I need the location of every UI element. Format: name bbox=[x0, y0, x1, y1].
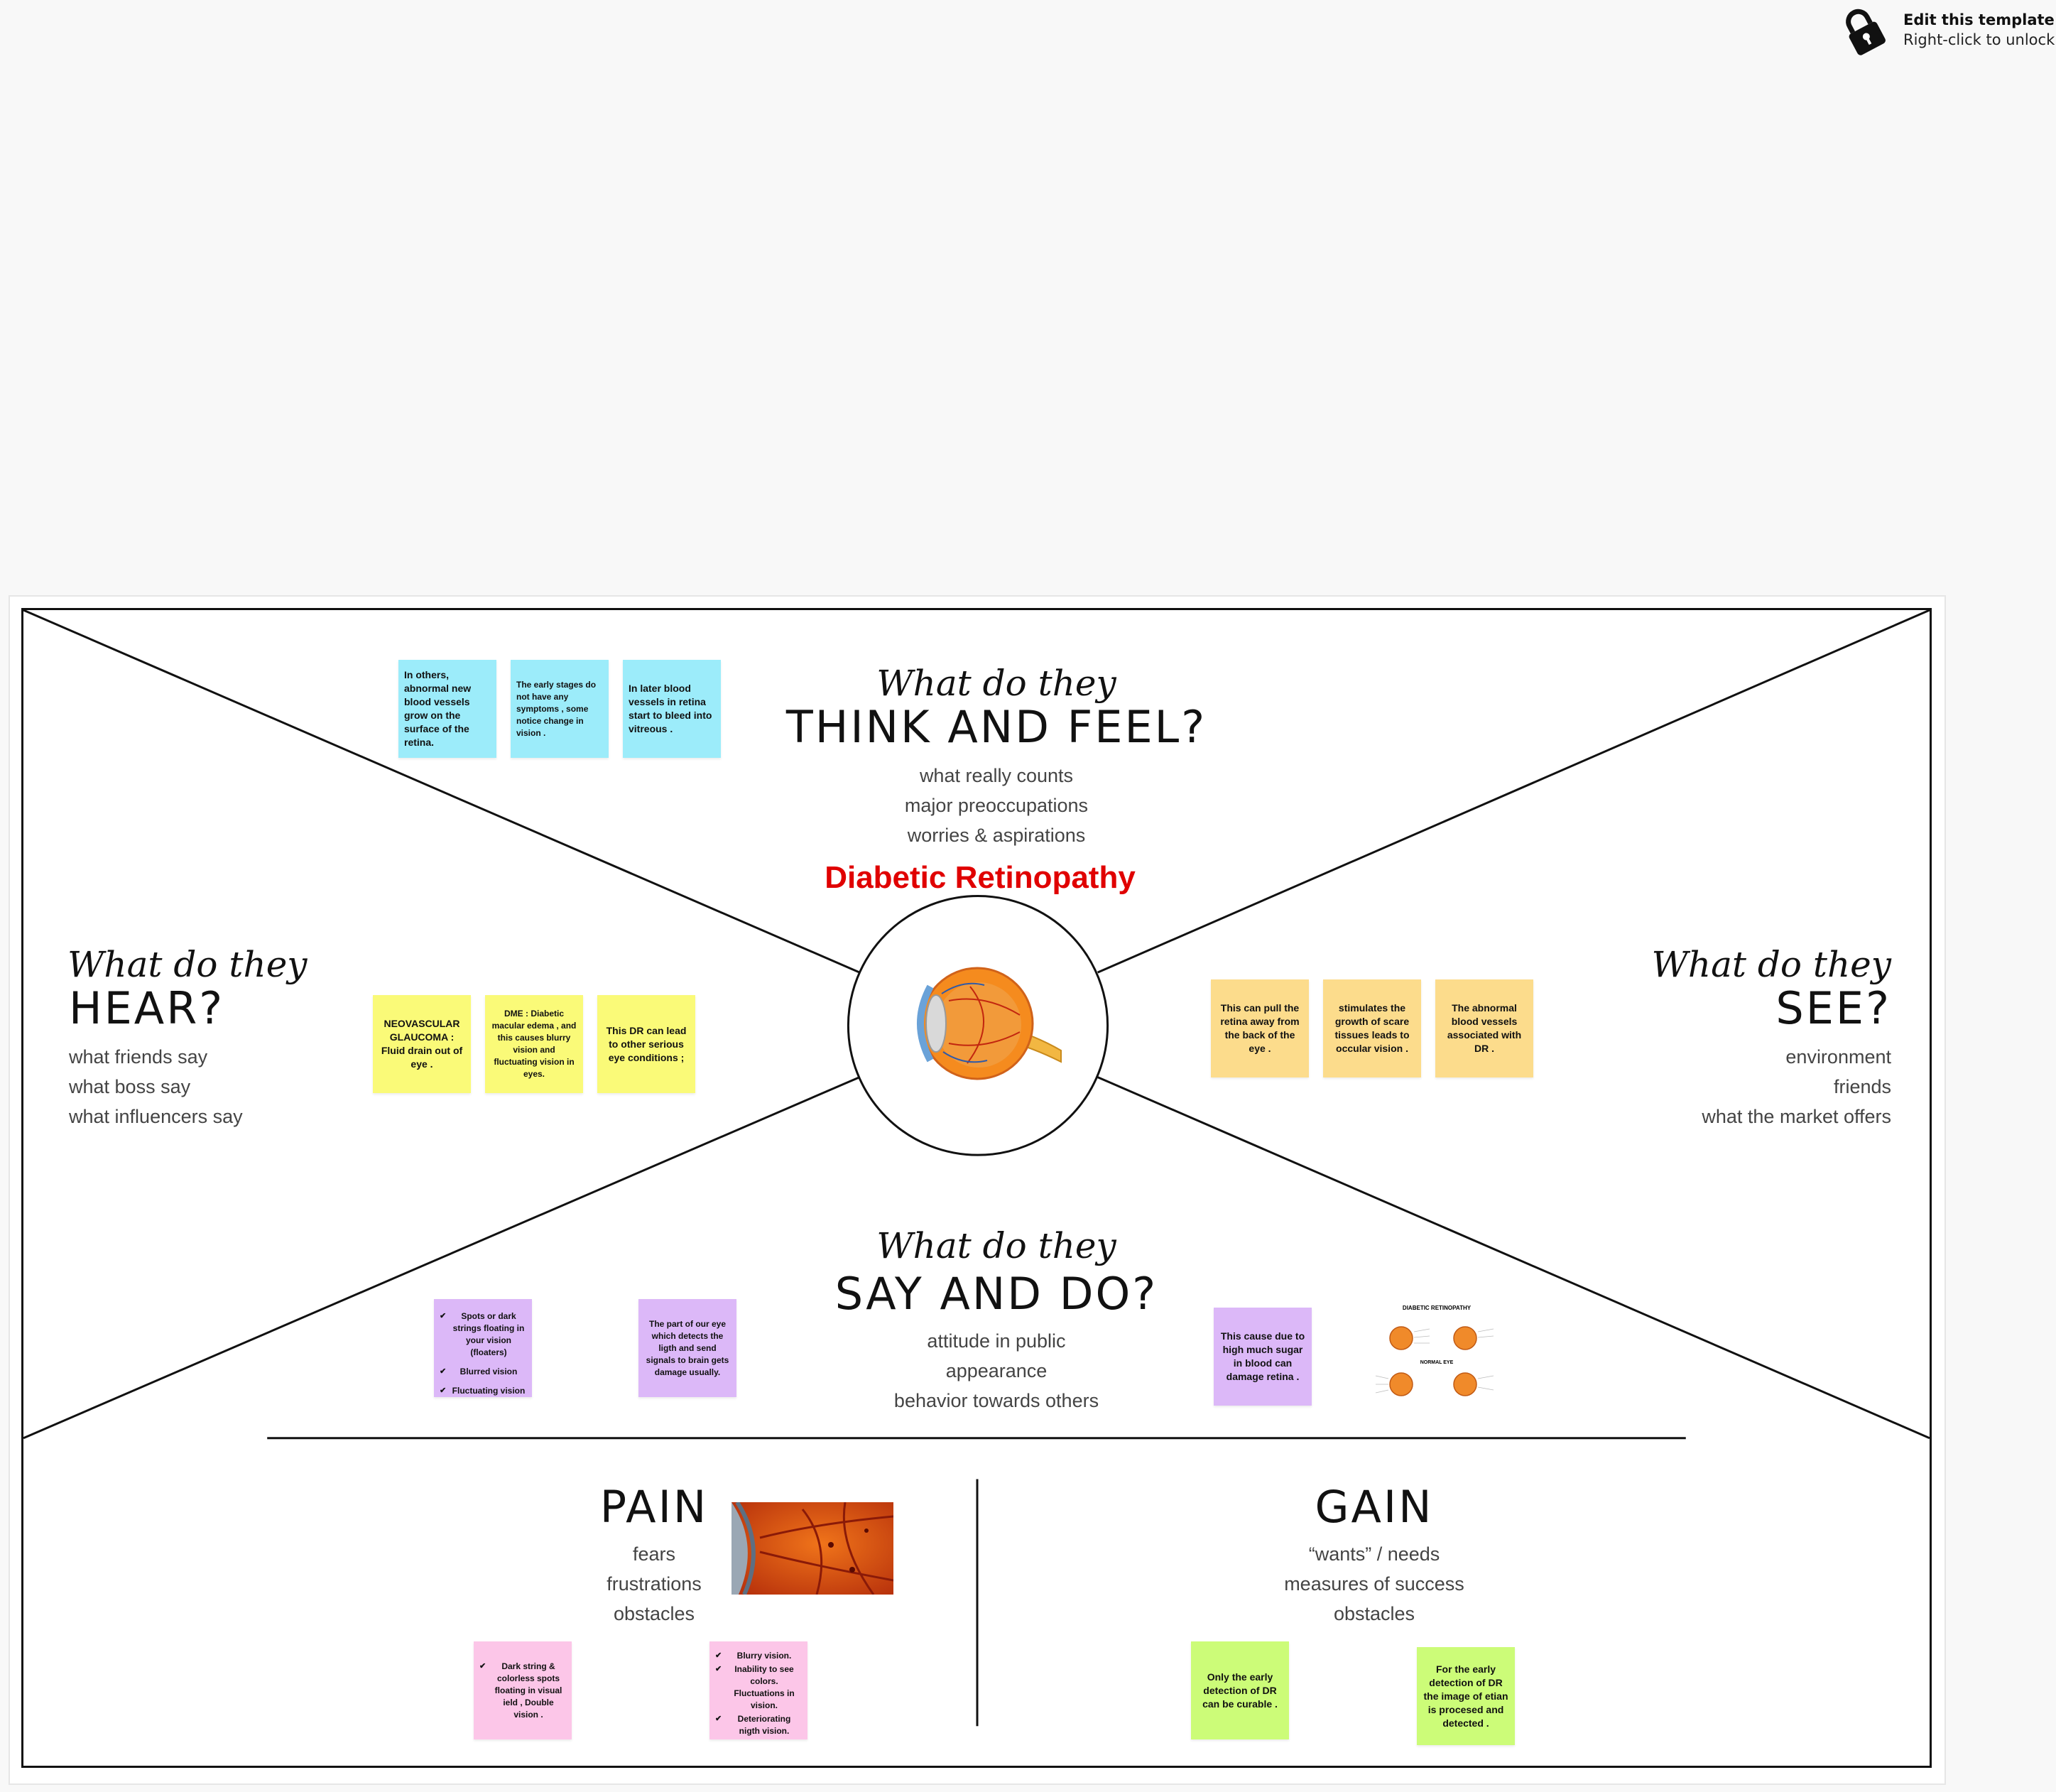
think-heading: THINK AND FEEL? bbox=[785, 701, 1207, 753]
hear-heading: HEAR? bbox=[69, 982, 225, 1034]
sticky-note[interactable]: Only the early detection of DR can be cu… bbox=[1191, 1641, 1289, 1739]
think-line: what really counts bbox=[919, 765, 1074, 786]
retina-closeup-icon bbox=[731, 1502, 893, 1595]
hear-line: what friends say bbox=[69, 1046, 208, 1068]
sticky-note[interactable]: Blurry vision. Inability to see colors. … bbox=[709, 1641, 807, 1739]
sticky-note[interactable]: Dark string & colorless spots floating i… bbox=[474, 1641, 572, 1739]
pain-line: obstacles bbox=[613, 1603, 695, 1624]
say-description: attitude in public appearance behavior t… bbox=[783, 1326, 1209, 1416]
hear-line: what boss say bbox=[69, 1076, 191, 1097]
see-heading: SEE? bbox=[1775, 982, 1891, 1034]
gain-line: “wants” / needs bbox=[1308, 1543, 1440, 1565]
sticky-note[interactable]: This cause due to high much sugar in blo… bbox=[1214, 1308, 1312, 1406]
checklist-item: Deteriorating nigth vision. bbox=[715, 1713, 802, 1737]
see-line: what the market offers bbox=[1702, 1106, 1891, 1127]
gain-description: “wants” / needs measures of success obst… bbox=[1197, 1539, 1552, 1629]
sticky-note[interactable]: In others, abnormal new blood vessels gr… bbox=[398, 660, 496, 758]
hear-description: what friends say what boss say what infl… bbox=[69, 1042, 243, 1131]
see-description: environment friends what the market offe… bbox=[1536, 1042, 1891, 1131]
diagram-title: DIABETIC RETINOPATHY bbox=[1402, 1305, 1472, 1311]
say-heading: SAY AND DO? bbox=[834, 1268, 1158, 1320]
pain-checklist-b: Blurry vision. Inability to see colors. … bbox=[715, 1649, 802, 1739]
edit-template-subtitle: Right-click to unlock bbox=[1903, 31, 2055, 48]
think-script: What do they bbox=[876, 663, 1116, 704]
sticky-note[interactable]: Spots or dark strings floating in your v… bbox=[434, 1299, 532, 1397]
sticky-note[interactable]: The early stages do not have any symptom… bbox=[511, 660, 609, 758]
say-line: behavior towards others bbox=[893, 1390, 1099, 1411]
sticky-note[interactable]: This DR can lead to other serious eye co… bbox=[597, 995, 695, 1093]
gain-line: obstacles bbox=[1333, 1603, 1415, 1624]
say-line: appearance bbox=[945, 1360, 1048, 1381]
think-line: worries & aspirations bbox=[907, 825, 1086, 846]
checklist-item: Spots or dark strings floating in your v… bbox=[440, 1310, 526, 1359]
checklist-item: Dark string & colorless spots floating i… bbox=[479, 1661, 566, 1721]
checklist-item: Blurred vision bbox=[440, 1366, 526, 1378]
pain-checklist-a: Dark string & colorless spots floating i… bbox=[479, 1659, 566, 1722]
empathy-map-canvas[interactable]: Diabetic Retinopathy What do they THINK … bbox=[21, 608, 1932, 1768]
eye-anatomy-icon bbox=[917, 967, 1062, 1080]
edit-template-hint[interactable]: Edit this template Right-click to unlock bbox=[1839, 6, 2055, 55]
sticky-note[interactable]: In later blood vessels in retina start t… bbox=[623, 660, 721, 758]
hear-line: what influencers say bbox=[69, 1106, 243, 1127]
hear-script: What do they bbox=[67, 944, 308, 985]
sticky-note[interactable]: This can pull the retina away from the b… bbox=[1211, 979, 1309, 1077]
sticky-note[interactable]: stimulates the growth of scare tissues l… bbox=[1323, 979, 1421, 1077]
lock-icon bbox=[1846, 9, 1886, 55]
edit-template-title: Edit this template bbox=[1903, 11, 2055, 28]
sticky-note[interactable]: The abnormal blood vessels associated wi… bbox=[1435, 979, 1533, 1077]
diagram-label: NORMAL EYE bbox=[1420, 1360, 1454, 1365]
gain-heading: GAIN bbox=[1315, 1481, 1434, 1533]
sticky-note[interactable]: For the early detection of DR the image … bbox=[1417, 1647, 1515, 1745]
checklist-item: Fluctuating vision bbox=[440, 1385, 526, 1397]
see-line: friends bbox=[1833, 1076, 1891, 1097]
gain-line: measures of success bbox=[1284, 1573, 1464, 1595]
see-script: What do they bbox=[1651, 944, 1891, 985]
center-title: Diabetic Retinopathy bbox=[825, 860, 1136, 895]
see-line: environment bbox=[1785, 1046, 1891, 1068]
sticky-note[interactable]: NEOVASCULAR GLAUCOMA : Fluid drain out o… bbox=[373, 995, 471, 1093]
sticky-note[interactable]: DME : Diabetic macular edema , and this … bbox=[485, 995, 583, 1093]
checklist-item: Blurry vision. bbox=[715, 1650, 802, 1662]
think-description: what really counts major preoccupations … bbox=[783, 761, 1209, 850]
sticky-note[interactable]: The part of our eye which detects the li… bbox=[638, 1299, 736, 1397]
say-script: What do they bbox=[876, 1225, 1116, 1266]
say-line: attitude in public bbox=[927, 1330, 1066, 1352]
think-line: major preoccupations bbox=[904, 795, 1089, 816]
retinopathy-diagram: DIABETIC RETINOPATHY NORMAL EYE bbox=[1373, 1303, 1501, 1410]
symptom-checklist: Spots or dark strings floating in your v… bbox=[440, 1309, 526, 1397]
checklist-item: Inability to see colors. Fluctuations in… bbox=[715, 1663, 802, 1712]
